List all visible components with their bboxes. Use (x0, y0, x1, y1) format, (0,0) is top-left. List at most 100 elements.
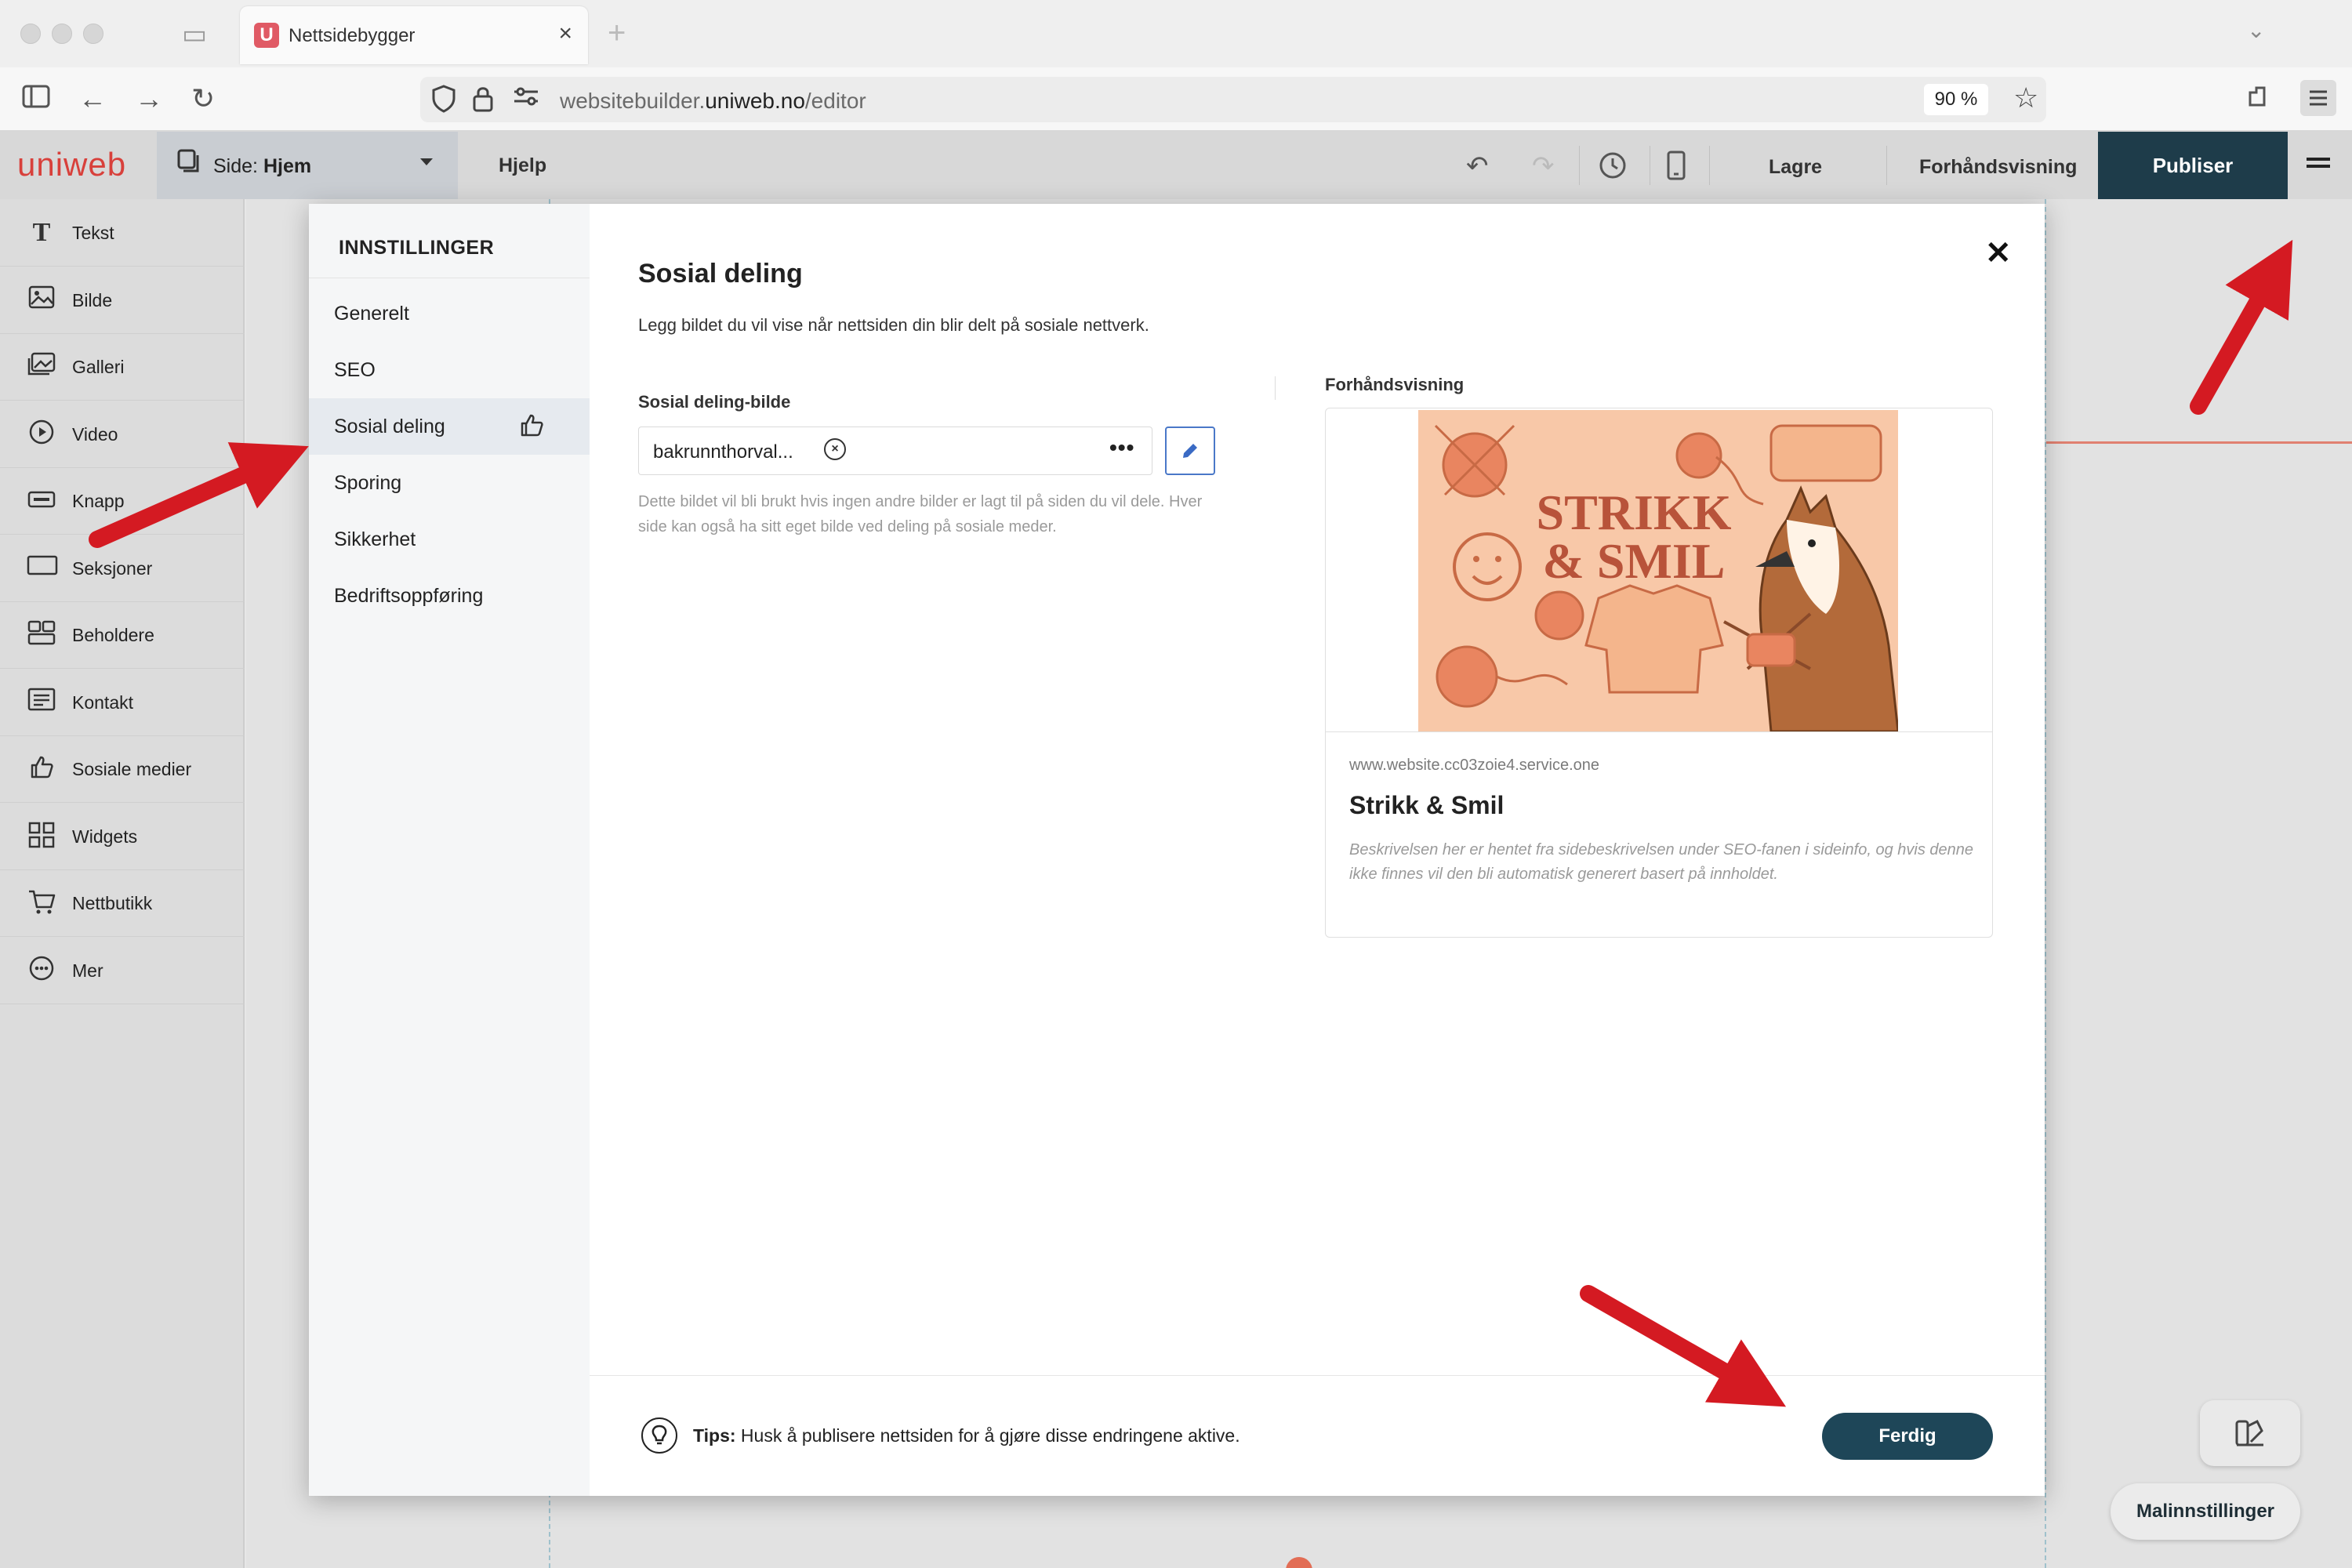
tool-galleri[interactable]: Galleri (0, 333, 245, 401)
browser-tab-bar: ▭ U Nettsidebygger × + ⌄ (0, 0, 2352, 67)
browser-tab[interactable]: U Nettsidebygger × (240, 6, 588, 64)
settings-nav-bedriftsoppforing[interactable]: Bedriftsoppføring (309, 568, 590, 624)
shield-icon (431, 85, 456, 119)
redo-icon[interactable]: ↷ (1532, 151, 1555, 182)
tool-sosiale-medier[interactable]: Sosiale medier (0, 735, 245, 803)
clear-icon[interactable]: × (824, 438, 846, 460)
cart-icon (27, 888, 56, 918)
pages-icon (177, 149, 201, 180)
dialog-heading: Sosial deling (638, 259, 803, 289)
site-settings-icon[interactable] (513, 85, 539, 114)
tool-knapp[interactable]: Knapp (0, 467, 245, 535)
forward-icon[interactable]: → (135, 83, 163, 114)
tool-label: Seksjoner (72, 557, 153, 579)
image-icon (27, 285, 56, 315)
tab-overview-icon[interactable]: ▭ (182, 19, 207, 50)
tool-label: Nettbutikk (72, 893, 153, 913)
tool-label: Knapp (72, 491, 125, 511)
history-icon[interactable] (1598, 151, 1628, 187)
tab-favicon-icon: U (254, 23, 279, 48)
tool-beholdere[interactable]: Beholdere (0, 601, 245, 669)
edit-image-button[interactable] (1165, 426, 1215, 475)
window-zoom-button[interactable] (83, 24, 103, 44)
tool-widgets[interactable]: Widgets (0, 803, 245, 870)
window-minimize-button[interactable] (52, 24, 72, 44)
help-menu[interactable]: Hjelp (499, 154, 546, 177)
settings-dialog: INNSTILLINGER Generelt SEO Sosial deling… (309, 204, 2045, 1496)
undo-icon[interactable]: ↶ (1466, 151, 1489, 182)
video-icon (27, 419, 56, 449)
extensions-icon[interactable] (2245, 83, 2272, 116)
template-settings-button[interactable]: Malinnstillinger (2111, 1483, 2300, 1540)
address-bar[interactable]: websitebuilder.uniweb.no/editor 90 % ☆ (420, 77, 2046, 122)
tool-label: Tekst (72, 223, 114, 243)
uniweb-logo: uniweb (17, 146, 127, 183)
widgets-icon (27, 822, 56, 851)
tool-label: Galleri (72, 357, 125, 377)
image-help-text: Dette bildet vil bli brukt hvis ingen an… (638, 493, 1203, 535)
tool-label: Bilde (72, 289, 113, 310)
container-icon (27, 620, 56, 650)
settings-nav: INNSTILLINGER Generelt SEO Sosial deling… (309, 204, 590, 1496)
preview-description: Beskrivelsen her er hentet fra sidebeskr… (1349, 841, 1974, 883)
lightbulb-icon (641, 1417, 677, 1454)
section-icon (27, 554, 58, 583)
tool-label: Widgets (72, 826, 138, 847)
settings-nav-sikkerhet[interactable]: Sikkerhet (309, 511, 590, 568)
tab-close-icon[interactable]: × (558, 20, 572, 47)
tool-nettbutikk[interactable]: Nettbutikk (0, 869, 245, 937)
new-tab-button[interactable]: + (608, 16, 626, 51)
tool-tekst[interactable]: T Tekst (0, 199, 245, 267)
canvas-guide-right (2045, 199, 2046, 1568)
tool-seksjoner[interactable]: Seksjoner (0, 535, 245, 602)
save-button[interactable]: Lagre (1769, 156, 1822, 179)
image-file-name: bakrunnthorval... (653, 441, 793, 463)
hamburger-menu-icon[interactable] (2307, 154, 2330, 176)
button-icon (27, 486, 56, 516)
social-image-field[interactable]: bakrunnthorval... × ••• (638, 426, 1152, 475)
tab-list-chevron-icon[interactable]: ⌄ (2247, 17, 2265, 43)
lock-icon (472, 85, 494, 119)
sidebar-toggle-icon[interactable] (22, 83, 50, 114)
settings-nav-sosial-deling[interactable]: Sosial deling (309, 398, 590, 455)
zoom-level-badge[interactable]: 90 % (1924, 84, 1988, 115)
settings-nav-generelt[interactable]: Generelt (309, 285, 590, 342)
tool-label: Mer (72, 960, 103, 981)
more-options-icon[interactable]: ••• (1109, 435, 1134, 460)
url-text: websitebuilder.uniweb.no/editor (560, 89, 866, 113)
preview-image: STRIKK & SMIL (1418, 410, 1898, 731)
caret-down-icon (420, 158, 433, 165)
page-selector[interactable]: Side: Hjem (157, 132, 458, 199)
more-icon (27, 956, 56, 985)
image-field-label: Sosial deling-bilde (638, 392, 791, 412)
preview-title: Strikk & Smil (1349, 791, 1504, 819)
reader-menu-icon[interactable] (2300, 80, 2336, 116)
settings-nav-sporing[interactable]: Sporing (309, 455, 590, 511)
settings-nav-seo[interactable]: SEO (309, 342, 590, 398)
bookmark-star-icon[interactable]: ☆ (2013, 82, 2038, 114)
text-icon: T (32, 218, 51, 247)
publish-button[interactable]: Publiser (2098, 132, 2288, 199)
tip-text: Tips: Husk å publisere nettsiden for å g… (693, 1425, 1240, 1446)
reload-icon[interactable]: ↻ (191, 83, 215, 114)
contact-form-icon (27, 688, 56, 717)
browser-toolbar: ← → ↻ websitebuilder.uniweb.no/editor 90… (0, 67, 2352, 132)
close-icon[interactable]: ✕ (1985, 235, 2012, 271)
preview-label: Forhåndsvisning (1325, 375, 1465, 394)
mobile-view-icon[interactable] (1667, 151, 1686, 187)
thumbs-up-icon (27, 754, 56, 784)
preview-url: www.website.cc03zoie4.service.one (1349, 757, 1600, 774)
tools-sidebar: T Tekst Bilde Galleri Video Knapp Seksjoner Beh… (0, 199, 245, 1568)
preview-button[interactable]: Forhåndsvisning (1919, 156, 2077, 179)
tool-kontakt[interactable]: Kontakt (0, 669, 245, 736)
done-button[interactable]: Ferdig (1822, 1413, 1993, 1460)
tool-video[interactable]: Video (0, 401, 245, 468)
tool-bilde[interactable]: Bilde (0, 267, 245, 334)
page-selector-label: Side: Hjem (213, 155, 312, 177)
back-icon[interactable]: ← (78, 83, 107, 114)
window-close-button[interactable] (20, 24, 41, 44)
design-palette-button[interactable] (2200, 1400, 2300, 1466)
preview-image-text-line2: & SMIL (1543, 533, 1726, 589)
tool-label: Kontakt (72, 691, 133, 713)
tool-mer[interactable]: Mer (0, 937, 245, 1004)
